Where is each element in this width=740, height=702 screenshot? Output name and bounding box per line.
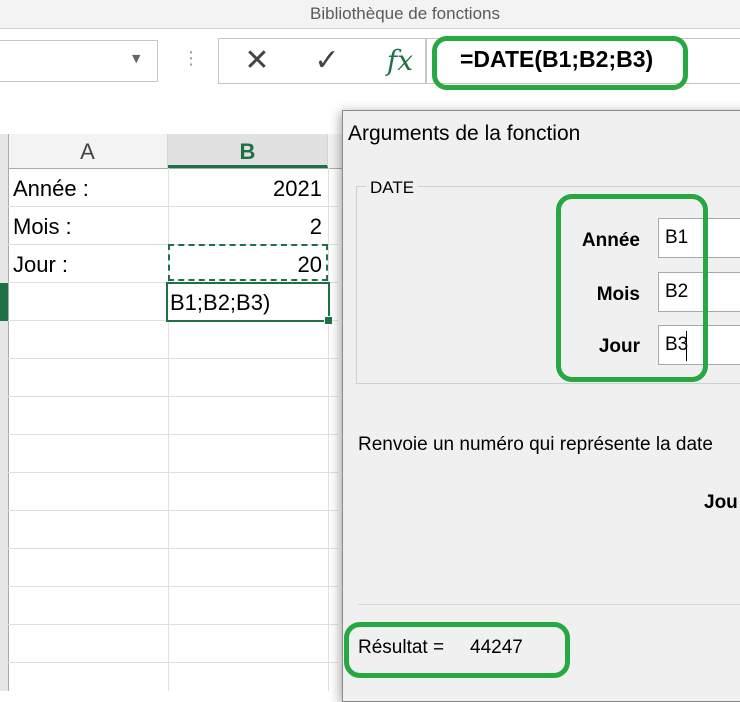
cancel-icon[interactable]: ✕ (238, 42, 276, 80)
column-header-b[interactable]: B (168, 134, 328, 168)
cell-b1[interactable]: 2021 (172, 174, 322, 204)
check-icon[interactable]: ✓ (308, 42, 346, 80)
gridline (8, 624, 338, 625)
current-param-name: Jou (704, 492, 738, 513)
gridline (8, 472, 338, 473)
cell-a1[interactable]: Année : (13, 174, 89, 204)
ribbon-group-label: Bibliothèque de fonctions (310, 4, 500, 23)
gridline (8, 548, 338, 549)
arguments-highlight-annotation (556, 194, 708, 382)
gridline (8, 586, 338, 587)
grip-dots-icon[interactable]: ⋮ (182, 48, 200, 69)
cell-b2[interactable]: 2 (172, 212, 322, 242)
function-name: DATE (366, 178, 419, 198)
dropdown-chevron-icon[interactable]: ▼ (132, 52, 140, 65)
active-cell-text: B1;B2;B3) (170, 290, 271, 315)
column-header-a[interactable]: A (8, 134, 168, 168)
gridline (8, 662, 338, 663)
dialog-title[interactable]: Arguments de la fonction (348, 122, 580, 146)
result-highlight-annotation (344, 622, 570, 678)
cell-b3[interactable]: 20 (172, 250, 322, 280)
gridline (8, 396, 338, 397)
active-row-marker (0, 283, 8, 321)
gridline (8, 510, 338, 511)
fill-handle[interactable] (324, 316, 333, 325)
fx-icon[interactable]: fx (378, 42, 422, 80)
result-separator (358, 604, 740, 605)
column-header-row: A B (0, 134, 345, 169)
gridline (8, 206, 338, 207)
function-description: Renvoie un numéro qui représente la date (358, 434, 713, 455)
gridline (8, 358, 338, 359)
cell-a3[interactable]: Jour : (13, 250, 68, 280)
gridline (8, 434, 338, 435)
formula-highlight-annotation (432, 36, 688, 90)
cell-a2[interactable]: Mois : (13, 212, 72, 242)
gridline (328, 168, 329, 691)
row-header-strip (0, 134, 9, 691)
